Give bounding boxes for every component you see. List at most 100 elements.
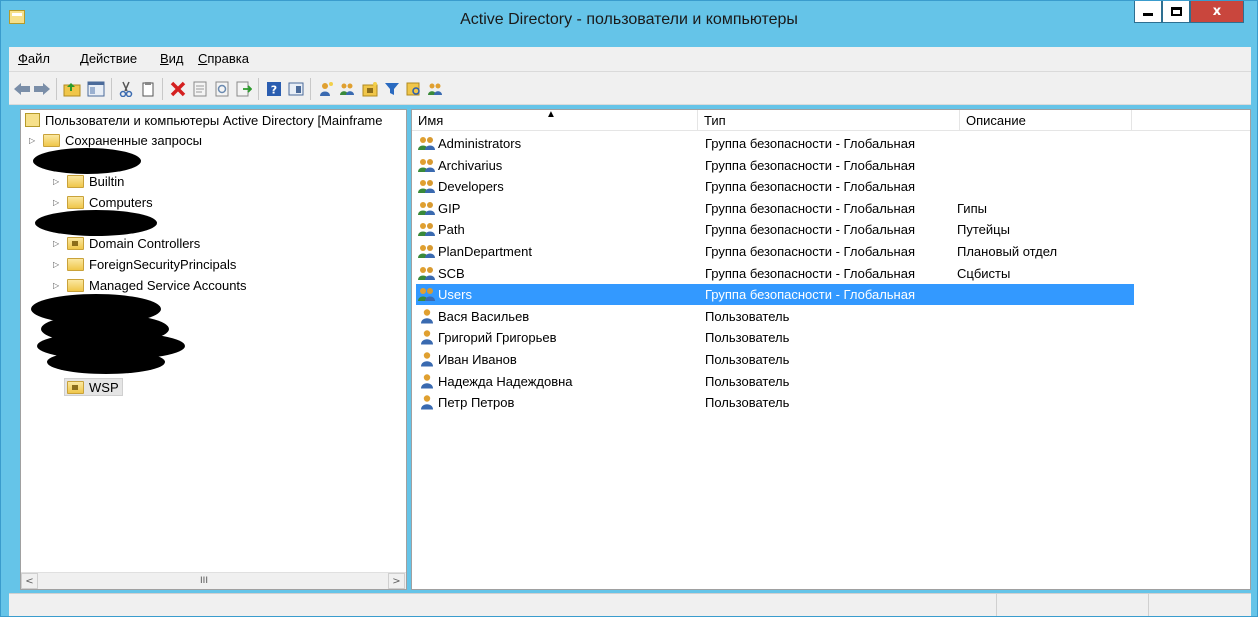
cell-type: Группа безопасности - Глобальная xyxy=(705,136,916,151)
new-ou-icon[interactable] xyxy=(361,80,379,98)
redaction-mark xyxy=(47,350,165,374)
group-icon xyxy=(418,158,435,172)
list-item[interactable]: Надежда Надеждовна Пользователь xyxy=(416,371,1134,392)
menu-file[interactable]: Файл xyxy=(18,51,50,66)
tree-item-foreign-security-principals[interactable]: ▷ ForeignSecurityPrincipals xyxy=(53,255,236,273)
help-icon[interactable]: ? xyxy=(265,80,283,98)
cell-type: Пользователь xyxy=(705,373,790,389)
list-item[interactable]: Вася Васильев Пользователь xyxy=(416,306,1134,327)
list-item[interactable]: PlanDepartment Группа безопасности - Глоб… xyxy=(416,241,1134,262)
status-panel xyxy=(996,594,1148,616)
column-header-type[interactable]: Тип xyxy=(698,110,960,131)
redaction-mark xyxy=(33,148,141,174)
cell-type: Группа безопасности - Глобальная xyxy=(705,157,916,173)
cell-name: Петр Петров xyxy=(438,395,515,411)
properties-icon[interactable] xyxy=(191,80,209,98)
details-pane: Имя ▲ Тип Описание Administrators Группа … xyxy=(411,109,1251,590)
cell-type: Пользователь xyxy=(705,330,790,346)
list-item[interactable]: Path Группа безопасности - Глобальная Путе… xyxy=(416,219,1134,240)
filter-icon[interactable] xyxy=(383,80,401,98)
title-bar[interactable]: Active Directory - пользователи и компью… xyxy=(1,1,1257,41)
menu-action[interactable]: Действие xyxy=(80,51,137,66)
delete-icon[interactable] xyxy=(169,80,187,98)
add-to-group-icon[interactable] xyxy=(427,80,445,98)
scroll-right-icon[interactable]: > xyxy=(388,573,405,589)
copy-icon[interactable] xyxy=(139,80,157,98)
cell-name: Users xyxy=(438,287,472,303)
show-console-icon[interactable] xyxy=(287,80,305,98)
minimize-button[interactable] xyxy=(1134,1,1162,23)
column-header-description[interactable]: Описание xyxy=(960,110,1132,131)
cell-type: Группа безопасности - Глобальная xyxy=(705,179,916,195)
group-icon xyxy=(418,223,435,237)
ad-root-icon xyxy=(25,113,40,127)
cell-name: Path xyxy=(438,222,465,238)
list-item[interactable]: Developers Группа безопасности - Глобальн… xyxy=(416,176,1134,197)
user-icon xyxy=(421,309,433,324)
tree-item-domain-controllers[interactable]: ▷ Domain Controllers xyxy=(53,234,200,252)
cell-name: Вася Васильев xyxy=(438,308,530,324)
list-item[interactable]: Петр Петров Пользователь xyxy=(416,392,1134,413)
cell-type: Пользователь xyxy=(705,308,790,324)
expand-arrow-icon[interactable]: ▷ xyxy=(53,177,63,186)
folder-icon xyxy=(67,278,84,292)
cell-name: PlanDepartment xyxy=(438,244,532,259)
cell-name: Developers xyxy=(438,179,504,195)
ou-folder-icon xyxy=(67,380,84,394)
user-icon xyxy=(421,373,433,389)
back-icon[interactable] xyxy=(13,80,31,98)
show-hide-tree-icon[interactable] xyxy=(87,80,105,98)
folder-icon xyxy=(43,133,60,147)
expand-arrow-icon[interactable]: ▷ xyxy=(29,136,39,145)
list-item[interactable]: Григорий Григорьев Пользователь xyxy=(416,327,1134,348)
find-icon[interactable] xyxy=(405,80,423,98)
ou-folder-icon xyxy=(67,236,84,250)
expand-arrow-icon[interactable]: ▷ xyxy=(53,198,63,207)
expand-arrow-icon[interactable]: ▷ xyxy=(53,239,63,248)
list-item[interactable]: Archivarius Группа безопасности - Глобаль… xyxy=(416,155,1134,176)
close-button[interactable]: x xyxy=(1190,1,1244,23)
refresh-icon[interactable] xyxy=(213,80,231,98)
group-icon xyxy=(418,201,435,215)
group-icon xyxy=(418,137,435,150)
minimize-icon xyxy=(1143,13,1153,16)
column-header-name[interactable]: Имя ▲ xyxy=(412,109,698,131)
tree-item-wsp[interactable]: WSP xyxy=(64,378,123,396)
export-list-icon[interactable] xyxy=(235,80,253,98)
list-item[interactable]: Administrators Группа безопасности - Глоб… xyxy=(416,133,1134,154)
folder-icon xyxy=(67,195,84,209)
list-item[interactable]: SCB Группа безопасности - Глобальная Сцбис… xyxy=(416,263,1134,284)
status-panel xyxy=(1148,594,1251,616)
tree-item-computers[interactable]: ▷ Computers xyxy=(53,193,153,211)
forward-icon[interactable] xyxy=(33,80,51,98)
expand-arrow-icon[interactable]: ▷ xyxy=(53,260,63,269)
cell-description: Сцбисты xyxy=(957,265,1011,281)
new-user-icon[interactable] xyxy=(317,80,335,98)
menu-view[interactable]: Вид xyxy=(160,51,184,66)
app-window: Active Directory - пользователи и компью… xyxy=(0,0,1258,617)
svg-text:?: ? xyxy=(271,84,277,97)
menu-help[interactable]: Справка xyxy=(198,51,249,66)
horizontal-scrollbar[interactable]: < III > xyxy=(21,572,406,589)
cell-type: Группа безопасности - Глобальная xyxy=(705,244,916,259)
redaction-mark xyxy=(35,210,157,236)
tree-item-builtin[interactable]: ▷ Builtin xyxy=(53,172,124,190)
tree-item-saved-queries[interactable]: ▷ Сохраненные запросы xyxy=(29,131,202,149)
scroll-left-icon[interactable]: < xyxy=(21,573,38,589)
list-item[interactable]: Иван Иванов Пользователь xyxy=(416,349,1134,370)
new-group-icon[interactable] xyxy=(339,80,357,98)
cut-icon[interactable] xyxy=(117,80,135,98)
scroll-thumb[interactable]: III xyxy=(39,574,369,588)
user-icon xyxy=(421,352,433,367)
tree-root[interactable]: Пользователи и компьютеры Active Directo… xyxy=(25,111,383,129)
list-item[interactable]: Users Группа безопасности - Глобальная xyxy=(416,284,1134,306)
maximize-button[interactable] xyxy=(1162,1,1190,23)
cell-type: Пользователь xyxy=(705,352,790,367)
cell-description: Гипы xyxy=(957,200,987,216)
list-item[interactable]: GIP Группа безопасности - Глобальная Гипы xyxy=(416,198,1134,219)
expand-arrow-icon[interactable]: ▷ xyxy=(53,281,63,290)
tree-item-managed-service-accounts[interactable]: ▷ Managed Service Accounts xyxy=(53,276,247,294)
up-folder-icon[interactable] xyxy=(63,80,81,98)
cell-name: Иван Иванов xyxy=(438,352,517,367)
cell-name: Administrators xyxy=(438,136,522,151)
